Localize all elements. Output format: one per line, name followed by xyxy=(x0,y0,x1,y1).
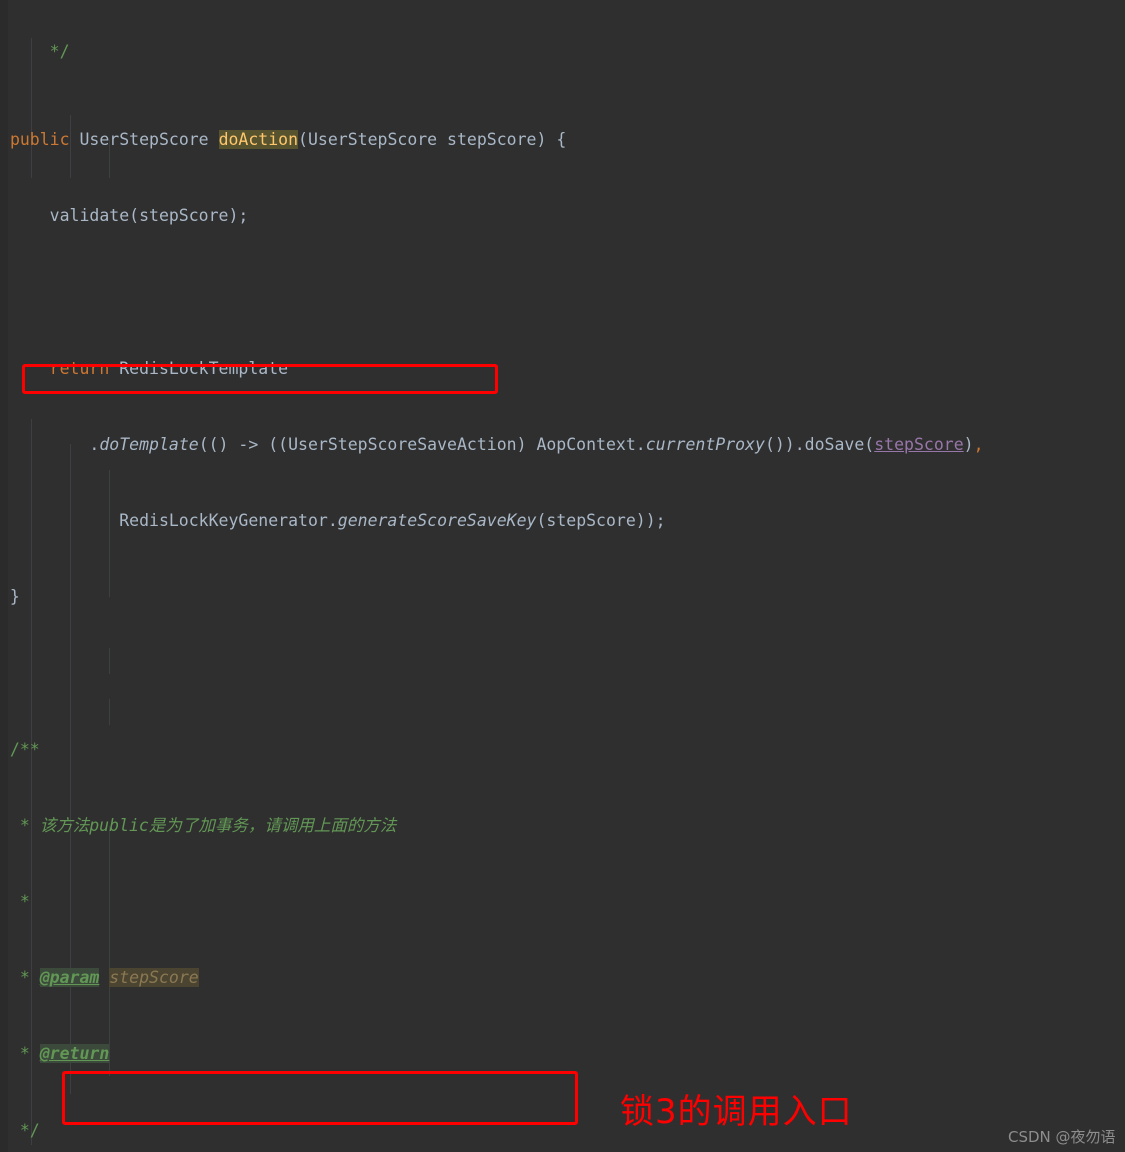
code-line[interactable]: /** xyxy=(0,737,1125,762)
method-generatescoresavekey: generateScoreSaveKey xyxy=(337,511,537,531)
code-line[interactable]: * 该方法public是为了加事务，请调用上面的方法 xyxy=(0,813,1125,838)
red-annotation-note: 锁3的调用入口 xyxy=(620,1092,853,1132)
keyword-public: public xyxy=(9,130,70,150)
javadoc-end-partial: */ xyxy=(9,41,70,61)
code-line[interactable]: * xyxy=(0,889,1125,914)
highlighted-symbol-doaction[interactable]: doAction xyxy=(218,130,299,150)
method-currentproxy: currentProxy xyxy=(645,434,765,454)
csdn-watermark: CSDN @夜勿语 xyxy=(1008,1128,1116,1146)
method-dotemplate: doTemplate xyxy=(99,434,199,454)
code-line[interactable]: */ xyxy=(0,41,1125,76)
code-screenshot: */ public UserStepScore doAction(UserSte… xyxy=(0,0,1125,1152)
code-line[interactable]: */ xyxy=(0,1118,1125,1143)
javadoc-end: */ xyxy=(0,1120,40,1140)
javadoc-param-value: stepScore xyxy=(109,968,199,988)
keyword-return: return xyxy=(49,358,110,378)
javadoc-start: /** xyxy=(0,739,40,759)
code-line[interactable]: } xyxy=(0,584,1125,609)
code-line[interactable]: public UserStepScore doAction(UserStepSc… xyxy=(0,127,1125,152)
code-line[interactable] xyxy=(0,660,1125,685)
code-line[interactable]: RedisLockKeyGenerator.generateScoreSaveK… xyxy=(0,508,1125,533)
code-line[interactable] xyxy=(0,279,1125,304)
code-line[interactable]: return RedisLockTemplate xyxy=(0,356,1125,381)
code-line[interactable]: .doTemplate(() -> ((UserStepScoreSaveAct… xyxy=(0,432,1125,457)
code-line[interactable]: validate(stepScore); xyxy=(0,203,1125,228)
javadoc-tag-return: @return xyxy=(39,1044,110,1064)
param-stepscore-underlined: stepScore xyxy=(874,434,964,454)
code-line[interactable]: * @return xyxy=(0,1041,1125,1066)
javadoc-tag-param: @param xyxy=(39,968,100,988)
javadoc-chinese-text: 该方法public是为了加事务，请调用上面的方法 xyxy=(39,815,397,835)
code-line[interactable]: * @param stepScore xyxy=(0,965,1125,990)
code-text-area[interactable]: */ public UserStepScore doAction(UserSte… xyxy=(0,0,1125,1152)
